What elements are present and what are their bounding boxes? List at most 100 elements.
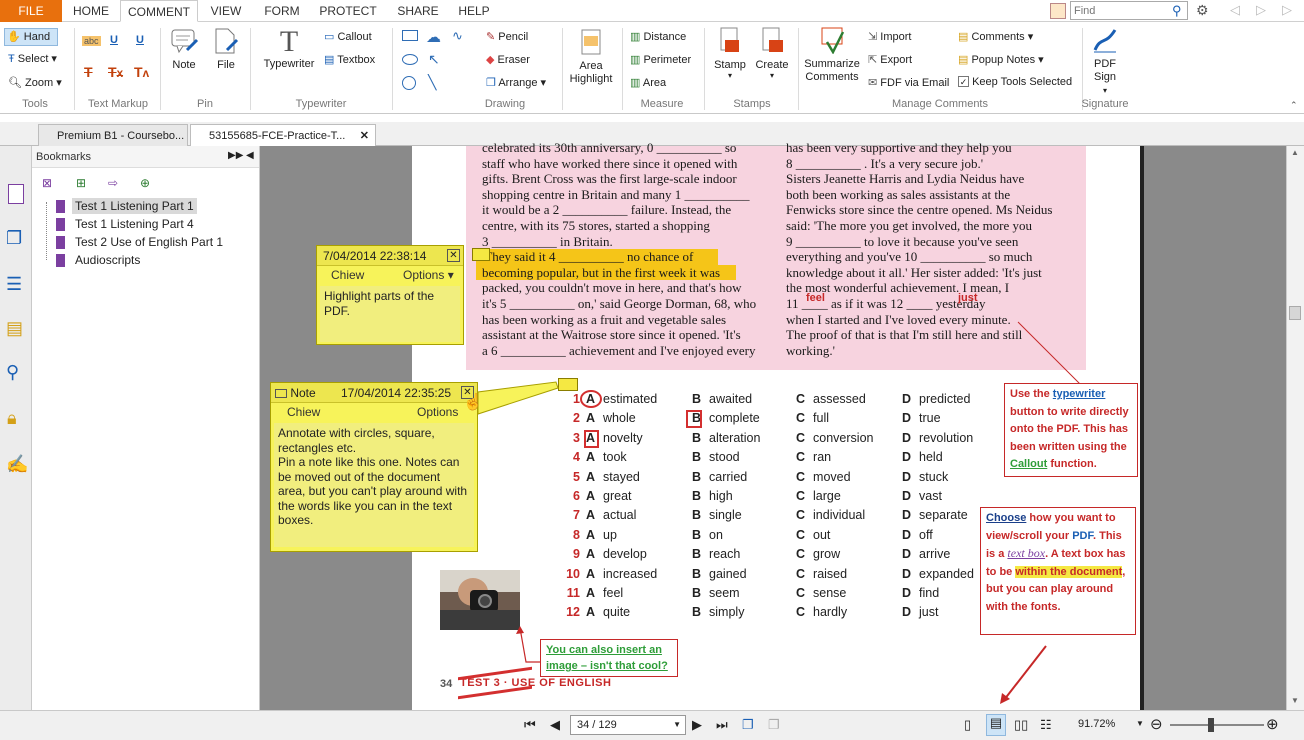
bookmark-item[interactable]: Test 1 Listening Part 1 (42, 198, 242, 216)
stamp-button[interactable]: Stamp ▾ (712, 26, 748, 80)
note-options[interactable]: Options ▾ (403, 266, 454, 284)
search-input[interactable] (1070, 1, 1188, 20)
polyline-icon[interactable]: ∿ (452, 28, 463, 44)
bookmark-item[interactable]: Test 1 Listening Part 4 (42, 216, 242, 234)
inserted-photo[interactable] (440, 570, 520, 630)
pencil-button[interactable]: ✎ Pencil (486, 30, 528, 43)
arrange-button[interactable]: ❐ Arrange ▾ (486, 76, 546, 89)
pages-panel-icon[interactable]: ❐ (6, 228, 22, 249)
line-icon[interactable]: ╲ (428, 74, 436, 91)
create-stamp-button[interactable]: Create ▾ (754, 26, 790, 80)
forward-icon[interactable]: ▷ (1256, 2, 1266, 18)
underline-icon[interactable]: U (110, 34, 118, 46)
pencil-scribble[interactable] (458, 666, 532, 700)
text-box-annotation[interactable]: Choose how you want to view/scroll your … (980, 507, 1136, 635)
vertical-scrollbar[interactable]: ▲ ▼ (1286, 146, 1304, 710)
typewriter-callout[interactable]: Use the typewriter button to write direc… (1004, 383, 1138, 477)
keep-tools-checkbox[interactable]: ✓ Keep Tools Selected (958, 76, 1072, 88)
oval-icon[interactable] (402, 54, 418, 65)
note-pin-icon[interactable] (558, 378, 578, 391)
replace-text-icon[interactable]: Tx (108, 64, 123, 80)
summarize-comments-button[interactable]: Summarize Comments (804, 26, 860, 84)
zoom-tool-button[interactable]: 🔍︎ Zoom ▾ (8, 76, 62, 89)
collapse-ribbon-icon[interactable]: ⌃ (1290, 100, 1298, 111)
insert-text-icon[interactable]: Tʌ (134, 64, 149, 80)
last-page-icon[interactable]: ⏭ (716, 717, 728, 733)
area-button[interactable]: ▥ Area (630, 76, 666, 89)
rectangle-icon[interactable] (402, 30, 418, 41)
note-pin-icon[interactable] (472, 248, 490, 261)
zoom-in-icon[interactable]: ⊕ (1266, 715, 1279, 733)
tab-home[interactable]: HOME (66, 0, 116, 22)
scroll-up-icon[interactable]: ▲ (1291, 148, 1299, 157)
doc-tab-1[interactable]: Premium B1 - Coursebo... (38, 124, 188, 146)
collapse-panel-icon[interactable]: ◀ (246, 150, 254, 161)
area-highlight-button[interactable]: Area Highlight (566, 28, 616, 86)
first-page-icon[interactable]: ⏮ (524, 717, 536, 733)
select-tool-button[interactable]: Ŧ Select ▾ (8, 52, 57, 65)
back-icon[interactable]: ◁ (1230, 2, 1240, 18)
zoom-level[interactable]: 91.72% (1078, 718, 1115, 730)
comments-button[interactable]: ▤ Comments ▾ (958, 30, 1033, 43)
note-body[interactable]: Highlight parts of the PDF. (320, 286, 460, 342)
add-bookmark-icon[interactable]: ⊞ (76, 176, 86, 190)
popup-note[interactable]: 7/04/2014 22:38:14 ✕ Chiew Options ▾ Hig… (316, 245, 464, 345)
textbox-button[interactable]: ▤ Textbox (324, 53, 375, 66)
facing-page-icon[interactable]: ▯▯ (1014, 717, 1028, 733)
distance-button[interactable]: ▥ Distance (630, 30, 686, 43)
tab-view[interactable]: VIEW (202, 0, 250, 22)
last-icon[interactable]: ▷ (1282, 2, 1292, 18)
perimeter-button[interactable]: ▥ Perimeter (630, 53, 691, 66)
bookmark-item[interactable]: Test 2 Use of English Part 1 (42, 234, 252, 252)
delete-bookmark-icon[interactable]: ⊠ (42, 176, 52, 190)
hand-tool-button[interactable]: ✋ Hand (4, 28, 58, 46)
tab-form[interactable]: FORM (256, 0, 308, 22)
close-note-icon[interactable]: ✕ (447, 249, 460, 262)
close-tab-icon[interactable]: ✕ (360, 125, 369, 147)
single-page-icon[interactable]: ▯ (964, 717, 971, 733)
previous-view-icon[interactable]: ❐ (742, 717, 754, 733)
gear-icon[interactable]: ⚙ (1196, 2, 1209, 19)
bookmark-options-icon[interactable]: ⊕ (140, 176, 150, 190)
scroll-down-icon[interactable]: ▼ (1291, 696, 1299, 705)
continuous-page-icon[interactable]: ▤ (986, 714, 1006, 736)
tab-help[interactable]: HELP (452, 0, 496, 22)
typewriter-button[interactable]: T Typewriter (258, 26, 320, 71)
signatures-panel-icon[interactable]: ✍ (6, 454, 28, 475)
squiggly-icon[interactable]: U (136, 34, 144, 46)
fdf-email-button[interactable]: ✉ FDF via Email (868, 76, 949, 89)
note-options[interactable]: Options (417, 403, 458, 421)
expand-panel-icon[interactable]: ▶▶ (228, 150, 243, 161)
arrow-icon[interactable]: ↖ (428, 51, 440, 68)
strikeout-icon[interactable]: T (84, 64, 93, 80)
square-annotation[interactable] (584, 430, 599, 448)
zoom-dropdown-icon[interactable]: ▼ (1136, 719, 1144, 728)
previous-page-icon[interactable]: ◀ (550, 717, 560, 733)
next-view-icon[interactable]: ❐ (768, 717, 780, 733)
file-attach-button[interactable]: File (212, 26, 240, 71)
note-button[interactable]: Note (168, 26, 200, 71)
cloud-icon[interactable]: ☁ (426, 28, 441, 46)
popup-note[interactable]: Note 17/04/2014 22:35:25 ✕ Chiew Options… (270, 382, 478, 552)
pdf-sign-button[interactable]: PDF Sign ▾ (1086, 26, 1124, 97)
file-menu[interactable]: FILE (0, 0, 62, 22)
scroll-thumb[interactable] (1289, 306, 1301, 320)
page-selector[interactable]: 34 / 129 ▼ (570, 715, 686, 735)
import-button[interactable]: ⇲ Import (868, 30, 911, 43)
tab-protect[interactable]: PROTECT (314, 0, 382, 22)
highlight-text-icon[interactable]: abc (82, 36, 101, 46)
tab-share[interactable]: SHARE (390, 0, 446, 22)
typed-answer-just[interactable]: just (958, 292, 978, 304)
tab-comment[interactable]: COMMENT (120, 0, 198, 22)
zoom-slider[interactable] (1170, 724, 1264, 726)
popup-notes-button[interactable]: ▤ Popup Notes ▾ (958, 53, 1044, 66)
export-button[interactable]: ⇱ Export (868, 53, 912, 66)
continuous-facing-icon[interactable]: ☷ (1040, 717, 1052, 733)
attachments-panel-icon[interactable]: ⚲ (6, 362, 19, 383)
bookmark-item[interactable]: Audioscripts (42, 252, 242, 270)
typed-answer-feel[interactable]: feel (806, 292, 825, 304)
zoom-out-icon[interactable]: ⊖ (1150, 715, 1163, 733)
search-icon[interactable]: ⚲ (1172, 3, 1182, 19)
square-annotation[interactable] (686, 410, 702, 428)
security-panel-icon[interactable]: 🔒︎ (7, 408, 17, 429)
